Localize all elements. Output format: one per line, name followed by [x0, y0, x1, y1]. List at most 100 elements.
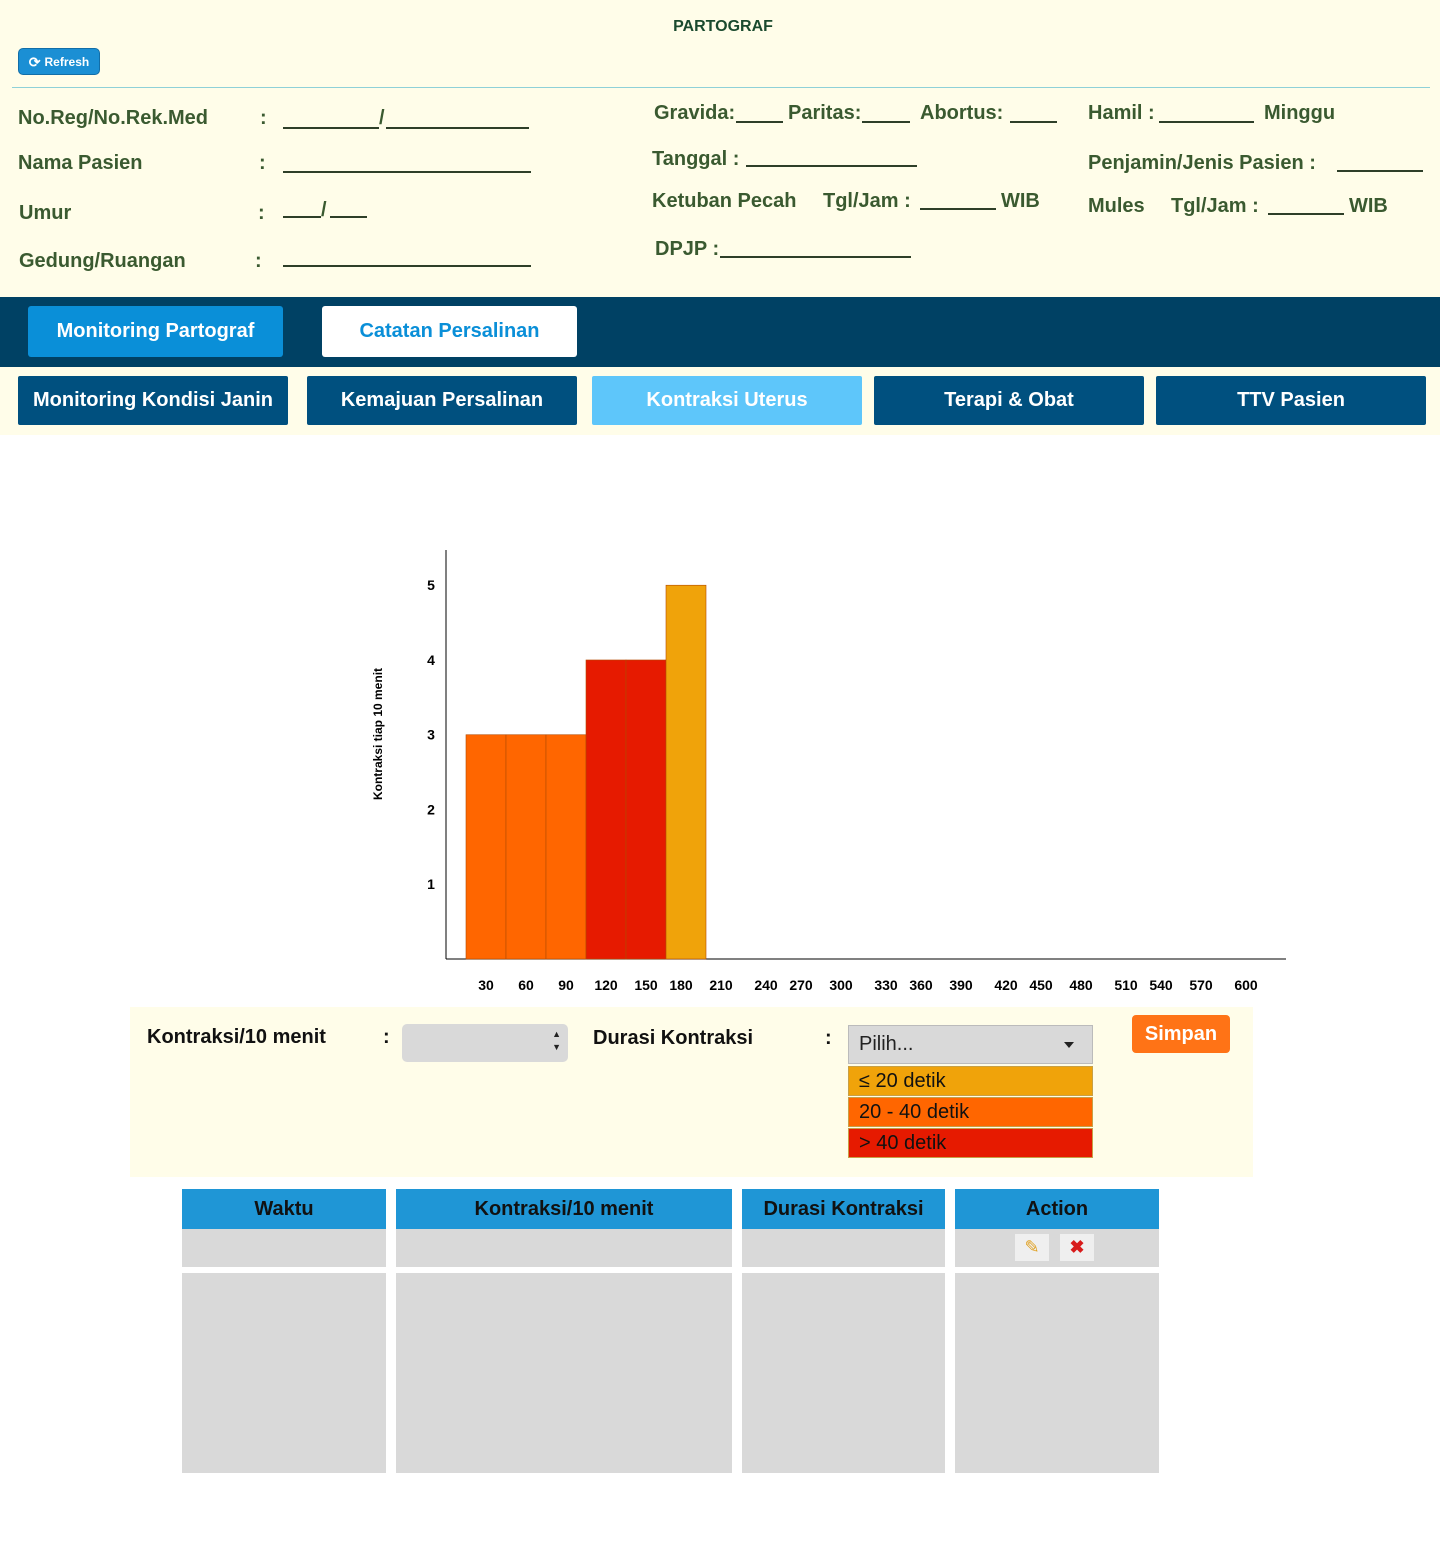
chart-bar — [465, 734, 507, 960]
x-tick-label: 180 — [669, 977, 693, 993]
col-header-durasi: Durasi Kontraksi — [742, 1189, 945, 1229]
subtab-kontraksi-uterus[interactable]: Kontraksi Uterus — [592, 376, 862, 425]
gravida-field[interactable] — [736, 121, 783, 123]
stepper-up-icon[interactable]: ▲ — [552, 1030, 561, 1039]
table-cell — [396, 1273, 732, 1473]
mules-tgljam-label: Tgl/Jam : — [1171, 195, 1259, 217]
umur-field[interactable] — [283, 216, 321, 218]
tab-catatan-persalinan[interactable]: Catatan Persalinan — [322, 306, 577, 357]
chart-bar — [505, 734, 547, 960]
chevron-down-icon — [1064, 1042, 1074, 1048]
x-tick-label: 60 — [518, 977, 534, 993]
option-le-20-detik[interactable]: ≤ 20 detik — [848, 1066, 1093, 1096]
subtab-monitoring-kondisi-janin[interactable]: Monitoring Kondisi Janin — [18, 376, 288, 425]
chart-bar — [585, 659, 627, 960]
delete-icon[interactable]: ✖ — [1060, 1234, 1094, 1261]
ketuban-tgljam-field[interactable] — [920, 208, 996, 210]
table-cell — [955, 1273, 1159, 1473]
table-cell — [742, 1229, 945, 1267]
x-tick-label: 30 — [478, 977, 494, 993]
col-header-waktu: Waktu — [182, 1189, 386, 1229]
field-label-umur: Umur — [19, 202, 72, 224]
subtab-row: Monitoring Kondisi Janin Kemajuan Persal… — [0, 367, 1440, 435]
stepper-down-icon[interactable]: ▼ — [552, 1043, 561, 1052]
norekmed-field[interactable] — [386, 127, 529, 129]
table-cell — [396, 1229, 732, 1267]
simpan-button[interactable]: Simpan — [1132, 1015, 1230, 1053]
y-tick-label: 3 — [427, 727, 435, 743]
x-tick-label: 90 — [558, 977, 574, 993]
hamil-label: Hamil : — [1088, 102, 1155, 124]
x-tick-label: 540 — [1149, 977, 1173, 993]
subtab-ttv-pasien[interactable]: TTV Pasien — [1156, 376, 1426, 425]
paritas-label: Paritas: — [788, 102, 862, 124]
x-tick-label: 480 — [1069, 977, 1093, 993]
abortus-field[interactable] — [1010, 121, 1057, 123]
col-header-kontraksi: Kontraksi/10 menit — [396, 1189, 732, 1229]
main-nav: Monitoring Partograf Catatan Persalinan — [0, 297, 1440, 367]
chart-bar — [625, 659, 667, 960]
durasi-colon: : — [825, 1027, 832, 1049]
y-tick-label: 5 — [427, 577, 435, 593]
field-colon: : — [259, 152, 266, 174]
field-colon: : — [255, 250, 262, 272]
x-tick-label: 600 — [1234, 977, 1258, 993]
minggu-label: Minggu — [1264, 102, 1336, 124]
gravida-label: Gravida: — [654, 102, 736, 124]
refresh-button[interactable]: ⟳ Refresh — [18, 48, 100, 75]
penjamin-label: Penjamin/Jenis Pasien : — [1088, 152, 1316, 174]
x-tick-label: 270 — [789, 977, 813, 993]
dpjp-label: DPJP : — [655, 238, 720, 260]
header-area: PARTOGRAF ⟳ Refresh No.Reg/No.Rek.Med : … — [0, 0, 1440, 297]
tanggal-label: Tanggal : — [652, 148, 740, 170]
x-tick-label: 450 — [1029, 977, 1053, 993]
refresh-icon: ⟳ — [28, 53, 41, 70]
x-tick-label: 120 — [594, 977, 618, 993]
durasi-label: Durasi Kontraksi — [593, 1027, 754, 1049]
table-cell — [182, 1229, 386, 1267]
mules-tgljam-field[interactable] — [1268, 213, 1344, 215]
tanggal-field[interactable] — [746, 165, 917, 167]
penjamin-field[interactable] — [1337, 170, 1423, 172]
x-tick-label: 300 — [829, 977, 853, 993]
table-cell — [182, 1273, 386, 1473]
mules-label: Mules — [1088, 195, 1145, 217]
durasi-select[interactable]: Pilih... — [848, 1025, 1093, 1064]
subtab-kemajuan-persalinan[interactable]: Kemajuan Persalinan — [307, 376, 577, 425]
x-tick-label: 330 — [874, 977, 898, 993]
field-label-noreg: No.Reg/No.Rek.Med — [18, 107, 209, 129]
y-axis-label: Kontraksi tiap 10 menit — [371, 668, 385, 800]
table-cell — [955, 1229, 1159, 1267]
mules-wib-label: WIB — [1349, 195, 1388, 217]
gedung-field[interactable] — [283, 265, 531, 267]
option-gt-40-detik[interactable]: > 40 detik — [848, 1128, 1093, 1158]
subtab-terapi-obat[interactable]: Terapi & Obat — [874, 376, 1144, 425]
abortus-label: Abortus: — [920, 102, 1004, 124]
dpjp-field[interactable] — [720, 256, 911, 258]
field-label-nama: Nama Pasien — [18, 152, 143, 174]
table-cell — [742, 1273, 945, 1473]
tab-monitoring-partograf[interactable]: Monitoring Partograf — [28, 306, 283, 357]
kontraksi-stepper[interactable]: ▲ ▼ — [402, 1024, 568, 1062]
nama-pasien-field[interactable] — [283, 171, 531, 173]
noreg-slash: / — [379, 107, 385, 129]
chart-bar — [665, 584, 707, 960]
hamil-field[interactable] — [1159, 121, 1254, 123]
noreg-field[interactable] — [283, 127, 379, 129]
kontraksi-colon: : — [383, 1026, 390, 1048]
x-tick-label: 210 — [709, 977, 733, 993]
contraction-chart: 1 2 3 4 5 30 60 90 120 150 180 210 240 270 300 330 360 39… — [371, 550, 1286, 993]
x-tick-label: 150 — [634, 977, 658, 993]
field-colon: : — [258, 202, 265, 224]
edit-icon[interactable]: ✎ — [1015, 1234, 1049, 1261]
refresh-label: Refresh — [44, 54, 90, 69]
x-tick-label: 570 — [1189, 977, 1213, 993]
paritas-field[interactable] — [862, 121, 910, 123]
page-title: PARTOGRAF — [673, 18, 773, 35]
field-label-gedung: Gedung/Ruangan — [19, 250, 186, 272]
option-20-40-detik[interactable]: 20 - 40 detik — [848, 1097, 1093, 1127]
x-tick-label: 510 — [1114, 977, 1138, 993]
umur-field-2[interactable] — [330, 216, 367, 218]
chart-bar — [545, 734, 587, 960]
ketuban-wib-label: WIB — [1001, 190, 1040, 212]
